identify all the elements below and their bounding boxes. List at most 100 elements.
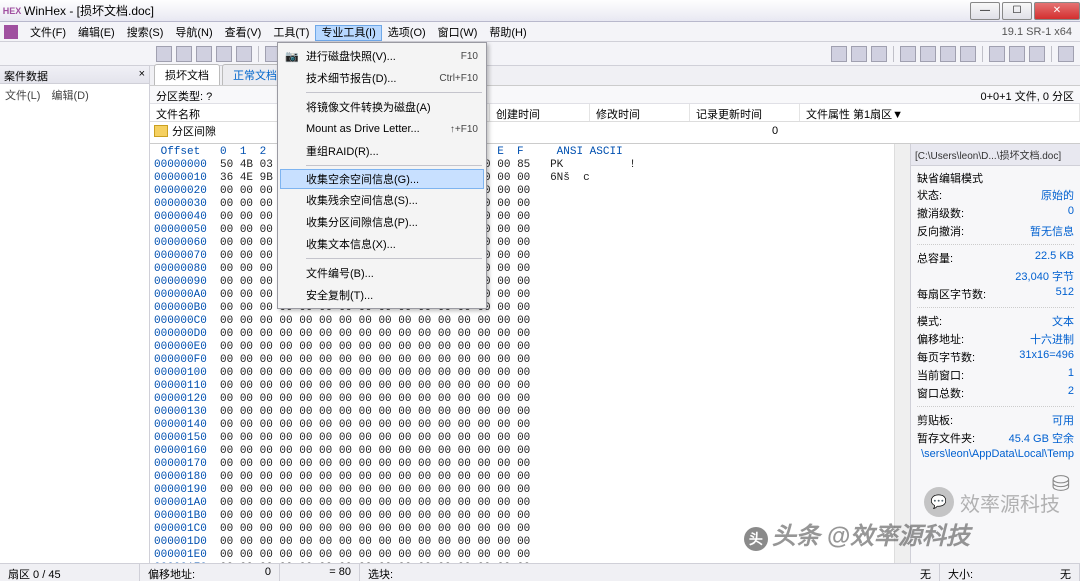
info-key: 模式:: [917, 313, 942, 329]
app-icon: HEX: [4, 3, 20, 19]
toolbar: [0, 42, 1080, 66]
tool-find-icon[interactable]: [900, 46, 916, 62]
hex-view[interactable]: Offset 0 1 2 3 4 5 6 7 8 9 A B C D E F A…: [150, 144, 894, 563]
info-key: 暂存文件夹:: [917, 430, 975, 446]
tool-arrow-icon[interactable]: [831, 46, 847, 62]
menu-9[interactable]: 帮助(H): [483, 25, 532, 41]
menu-4[interactable]: 查看(V): [219, 25, 268, 41]
tool-disk-icon[interactable]: [940, 46, 956, 62]
menu-separator: [306, 258, 482, 259]
menu-item-icon: 📷: [284, 48, 300, 64]
info-row: \sers\leon\AppData\Local\Temp: [917, 447, 1074, 461]
status-size: 大小: 无: [940, 564, 1080, 581]
status-offset: 偏移地址: 0: [140, 564, 280, 581]
menu-item[interactable]: 收集残余空间信息(S)...: [280, 189, 484, 211]
row-sector: 0: [772, 125, 778, 137]
info-key: 窗口总数:: [917, 385, 964, 401]
sidebar-item-file[interactable]: 文件(L): [5, 90, 40, 102]
tool-hex-icon[interactable]: [989, 46, 1005, 62]
tool-gear-icon[interactable]: [960, 46, 976, 62]
info-value: 十六进制: [1030, 331, 1074, 347]
minimize-button[interactable]: —: [970, 2, 1000, 20]
menu-7[interactable]: 选项(O): [382, 25, 432, 41]
toolbar-sep4: [1051, 46, 1052, 62]
info-row: 23,040 字节: [917, 267, 1074, 285]
info-value: 31x16=496: [1019, 349, 1074, 365]
info-key: 撤消级数:: [917, 205, 964, 221]
info-row: 偏移地址:十六进制: [917, 330, 1074, 348]
col-attr[interactable]: 文件属性 第1扇区▼: [800, 104, 1080, 121]
info-row: 反向撤消:暂无信息: [917, 222, 1074, 240]
menu-item[interactable]: 重组RAID(R)...: [280, 140, 484, 162]
info-value: 45.4 GB 空余: [1009, 430, 1074, 446]
tool-open-icon[interactable]: [176, 46, 192, 62]
menu-item-label: 安全复制(T)...: [306, 287, 373, 303]
tools-pro-menu: 📷进行磁盘快照(V)...F10技术细节报告(D)...Ctrl+F10 将镜像文…: [277, 42, 487, 309]
tool-help-icon[interactable]: [1058, 46, 1074, 62]
menu-item[interactable]: 收集分区间隙信息(P)...: [280, 211, 484, 233]
menu-8[interactable]: 窗口(W): [432, 25, 484, 41]
case-data-close-icon[interactable]: ×: [139, 68, 145, 81]
tool-marker-icon[interactable]: [1029, 46, 1045, 62]
info-row: 状态:原始的: [917, 186, 1074, 204]
menu-item[interactable]: 收集空余空间信息(G)...: [280, 169, 484, 189]
menu-item-label: 重组RAID(R)...: [306, 143, 379, 159]
tool-save-icon[interactable]: [196, 46, 212, 62]
status-block: 选块: 无: [360, 564, 940, 581]
menu-2[interactable]: 搜索(S): [121, 25, 170, 41]
menu-item[interactable]: 收集文本信息(X)...: [280, 233, 484, 255]
status-sector: 扇区 0 / 45: [0, 564, 140, 581]
menu-item-shortcut: F10: [461, 51, 478, 62]
menu-3[interactable]: 导航(N): [169, 25, 218, 41]
version-label: 19.1 SR-1 x64: [1002, 26, 1076, 38]
tool-print-icon[interactable]: [216, 46, 232, 62]
col-created[interactable]: 创建时间: [490, 104, 590, 121]
tool-props-icon[interactable]: [236, 46, 252, 62]
tool-new-icon[interactable]: [156, 46, 172, 62]
menu-item[interactable]: 将镜像文件转换为磁盘(A): [280, 96, 484, 118]
menu-item[interactable]: Mount as Drive Letter...↑+F10: [280, 118, 484, 140]
menu-item-label: 收集文本信息(X)...: [306, 236, 396, 252]
menu-item[interactable]: 📷进行磁盘快照(V)...F10: [280, 45, 484, 67]
file-path: [C:\Users\leon\D...\损坏文档.doc]: [911, 144, 1080, 166]
info-row: 每扇区字节数:512: [917, 285, 1074, 303]
info-row: 总容量:22.5 KB: [917, 249, 1074, 267]
col-record[interactable]: 记录更新时间: [690, 104, 800, 121]
titlebar: HEX WinHex - [损坏文档.doc] — ☐ ✕: [0, 0, 1080, 22]
tool-back-icon[interactable]: [851, 46, 867, 62]
case-data-panel: 案件数据 × 文件(L) 编辑(D): [0, 66, 150, 563]
menu-0[interactable]: 文件(F): [24, 25, 72, 41]
menu-item[interactable]: 文件编号(B)...: [280, 262, 484, 284]
info-value: 23,040 字节: [1015, 268, 1074, 284]
info-row: 当前窗口: 1: [917, 366, 1074, 384]
menu-item-label: 收集分区间隙信息(P)...: [306, 214, 418, 230]
menu-item[interactable]: 安全复制(T)...: [280, 284, 484, 306]
info-value: 文本: [1052, 313, 1074, 329]
close-button[interactable]: ✕: [1034, 2, 1080, 20]
tab-damaged-doc[interactable]: 损坏文档: [154, 64, 220, 85]
info-key: 总容量:: [917, 250, 953, 266]
app-small-icon: [4, 25, 18, 39]
menu-item-shortcut: Ctrl+F10: [439, 73, 478, 84]
info-row: 窗口总数:2: [917, 384, 1074, 402]
statusbar: 扇区 0 / 45 偏移地址: 0 = 80 选块: 无 大小: 无: [0, 563, 1080, 581]
sidebar-item-edit[interactable]: 编辑(D): [52, 90, 89, 102]
window-title: WinHex - [损坏文档.doc]: [24, 2, 154, 19]
maximize-button[interactable]: ☐: [1002, 2, 1032, 20]
col-modified[interactable]: 修改时间: [590, 104, 690, 121]
info-key: 当前窗口:: [917, 367, 964, 383]
tool-goto-icon[interactable]: [920, 46, 936, 62]
menu-6[interactable]: 专业工具(I): [315, 25, 381, 41]
tool-ascii-icon[interactable]: [1009, 46, 1025, 62]
hex-scrollbar[interactable]: [894, 144, 910, 563]
menu-item[interactable]: 技术细节报告(D)...Ctrl+F10: [280, 67, 484, 89]
info-value: 原始的: [1041, 187, 1074, 203]
menu-1[interactable]: 编辑(E): [72, 25, 121, 41]
tool-fwd-icon[interactable]: [871, 46, 887, 62]
info-value: 1: [1068, 367, 1074, 383]
info-key: 反向撤消:: [917, 223, 964, 239]
file-count-label: 0+0+1 文件, 0 分区: [980, 88, 1074, 101]
menubar: 文件(F)编辑(E)搜索(S)导航(N)查看(V)工具(T)专业工具(I)选项(…: [0, 22, 1080, 42]
info-value: 可用: [1052, 412, 1074, 428]
menu-5[interactable]: 工具(T): [267, 25, 315, 41]
